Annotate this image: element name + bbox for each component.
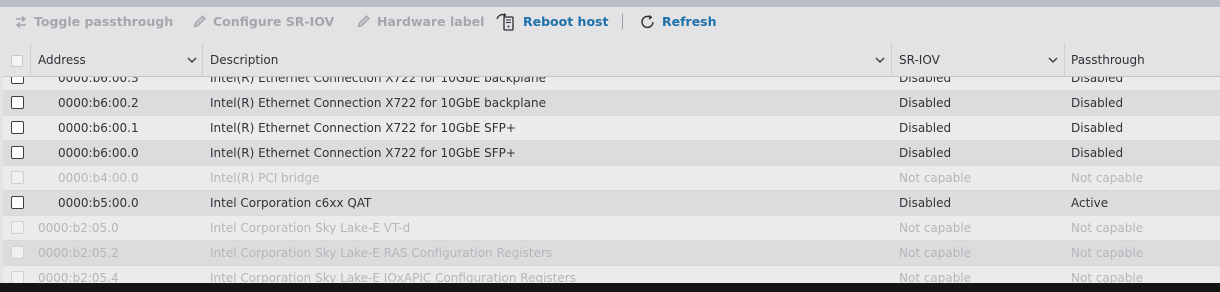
refresh-icon — [641, 14, 654, 28]
table-row[interactable]: 0000:b6:00.2 Intel(R) Ethernet Connection… — [3, 91, 1220, 116]
description-cell: Intel Corporation Sky Lake-E VT-d — [210, 221, 411, 235]
table-row: 0000:b2:05.2 Intel Corporation Sky Lake-E… — [3, 241, 1220, 266]
hardware-label-button[interactable]: Hardware label — [356, 7, 484, 36]
address-cell: 0000:b2:05.0 — [38, 221, 119, 235]
passthrough-cell: Disabled — [1071, 121, 1124, 135]
sriov-cell: Disabled — [899, 196, 952, 210]
row-checkbox[interactable] — [11, 121, 24, 134]
row-checkbox — [11, 246, 24, 259]
column-header-sriov-label: SR-IOV — [899, 52, 940, 67]
address-cell: 0000:b5:00.0 — [58, 196, 139, 210]
description-filter-chevron-down-icon[interactable] — [875, 56, 885, 64]
row-checkbox — [11, 271, 24, 283]
refresh-label: Refresh — [662, 14, 717, 29]
passthrough-cell: Active — [1071, 196, 1109, 210]
row-checkbox[interactable] — [11, 96, 24, 109]
column-header-address-label: Address — [38, 52, 86, 67]
reboot-host-label: Reboot host — [523, 14, 609, 29]
description-cell: Intel(R) Ethernet Connection X722 for 10… — [210, 77, 546, 85]
sriov-cell: Disabled — [899, 146, 952, 160]
passthrough-cell: Disabled — [1071, 96, 1124, 110]
address-cell: 0000:b2:05.4 — [38, 271, 119, 283]
row-checkbox[interactable] — [11, 196, 24, 209]
passthrough-cell: Not capable — [1071, 171, 1144, 185]
address-cell: 0000:b6:00.2 — [58, 96, 139, 110]
description-cell: Intel Corporation Sky Lake-E RAS Configu… — [210, 246, 553, 260]
address-cell: 0000:b4:00.0 — [58, 171, 139, 185]
row-checkbox — [11, 221, 24, 234]
table-row[interactable]: 0000:b6:00.1 Intel(R) Ethernet Connection… — [3, 116, 1220, 141]
passthrough-cell: Disabled — [1071, 146, 1124, 160]
sriov-cell: Not capable — [899, 246, 972, 260]
sriov-cell: Not capable — [899, 221, 972, 235]
table-row: 0000:b2:05.4 Intel Corporation Sky Lake-E… — [3, 266, 1220, 283]
passthrough-cell: Disabled — [1071, 77, 1124, 85]
configure-sriov-button[interactable]: Configure SR-IOV — [192, 7, 334, 36]
passthrough-cell: Not capable — [1071, 271, 1144, 283]
passthrough-cell: Not capable — [1071, 221, 1144, 235]
table-row[interactable]: 0000:b5:00.0 Intel Corporation c6xx QAT Di… — [3, 191, 1220, 216]
hardware-label-label: Hardware label — [377, 14, 485, 29]
column-header-passthrough[interactable]: Passthrough — [1071, 43, 1145, 76]
sriov-cell: Disabled — [899, 77, 952, 85]
description-cell: Intel(R) Ethernet Connection X722 for 10… — [210, 121, 516, 135]
address-filter-chevron-down-icon[interactable] — [187, 56, 197, 64]
reboot-host-button[interactable]: Reboot host — [495, 7, 608, 36]
description-cell: Intel(R) PCI bridge — [210, 171, 320, 185]
address-cell: 0000:b6:00.0 — [58, 146, 139, 160]
table-row[interactable]: 0000:b6:00.3 Intel(R) Ethernet Connection… — [3, 77, 1220, 91]
pci-devices-grid: Address Description SR-IOV Passthrough 0… — [3, 43, 1220, 283]
select-all-checkbox[interactable] — [11, 55, 23, 67]
address-cell: 0000:b2:05.2 — [38, 246, 119, 260]
row-checkbox — [11, 171, 24, 184]
sriov-cell: Not capable — [899, 271, 972, 283]
description-cell: Intel Corporation Sky Lake-E IOxAPIC Con… — [210, 271, 576, 283]
pencil-icon — [193, 15, 206, 28]
column-header-passthrough-label: Passthrough — [1071, 52, 1145, 67]
table-row: 0000:b4:00.0 Intel(R) PCI bridge Not capab… — [3, 166, 1220, 191]
column-header-description-label: Description — [210, 52, 279, 67]
bottom-bar — [0, 283, 1220, 292]
row-checkbox[interactable] — [11, 77, 24, 84]
description-cell: Intel Corporation c6xx QAT — [210, 196, 372, 210]
refresh-button[interactable]: Refresh — [640, 7, 717, 36]
column-header-sriov[interactable]: SR-IOV — [899, 43, 940, 76]
table-row: 0000:b2:05.0 Intel Corporation Sky Lake-E… — [3, 216, 1220, 241]
configure-sriov-label: Configure SR-IOV — [213, 14, 335, 29]
grid-header: Address Description SR-IOV Passthrough — [3, 43, 1220, 77]
table-row[interactable]: 0000:b6:00.0 Intel(R) Ethernet Connection… — [3, 141, 1220, 166]
toggle-passthrough-label: Toggle passthrough — [34, 14, 174, 29]
pencil-icon — [357, 15, 370, 28]
passthrough-cell: Not capable — [1071, 246, 1144, 260]
description-cell: Intel(R) Ethernet Connection X722 for 10… — [210, 146, 516, 160]
window-top-strip — [0, 0, 1220, 7]
column-header-address[interactable]: Address — [38, 43, 86, 76]
address-cell: 0000:b6:00.1 — [58, 121, 139, 135]
row-checkbox[interactable] — [11, 146, 24, 159]
toggle-passthrough-button[interactable]: Toggle passthrough — [14, 7, 173, 36]
reboot-host-icon — [496, 12, 514, 31]
toggle-passthrough-icon — [15, 15, 27, 28]
sriov-cell: Not capable — [899, 171, 972, 185]
sriov-cell: Disabled — [899, 96, 952, 110]
column-header-description[interactable]: Description — [210, 43, 278, 76]
toolbar: Toggle passthrough Configure SR-IOV Hard… — [0, 7, 1220, 36]
toolbar-divider — [622, 14, 623, 29]
sriov-cell: Disabled — [899, 121, 952, 135]
description-cell: Intel(R) Ethernet Connection X722 for 10… — [210, 96, 546, 110]
address-cell: 0000:b6:00.3 — [58, 77, 139, 85]
grid-body: 0000:b6:00.3 Intel(R) Ethernet Connection… — [3, 77, 1220, 283]
sriov-filter-chevron-down-icon[interactable] — [1048, 56, 1058, 64]
